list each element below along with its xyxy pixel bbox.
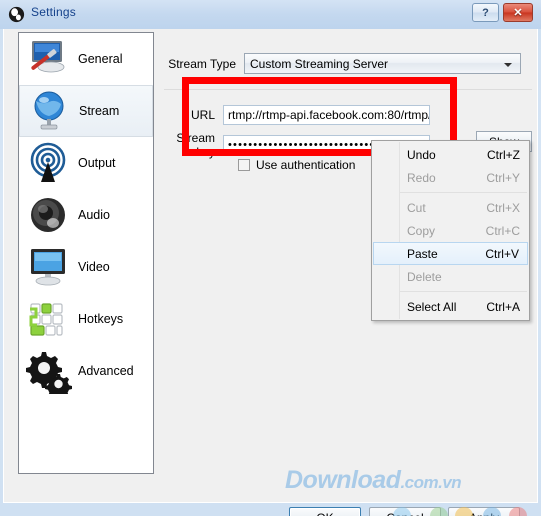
- menu-item-label: Delete: [407, 269, 442, 284]
- stream-type-value: Custom Streaming Server: [250, 56, 389, 71]
- sidebar-item-advanced[interactable]: Advanced: [19, 345, 153, 401]
- audio-icon: [24, 192, 74, 238]
- chevron-down-icon: [504, 63, 512, 67]
- menu-item-label: Cut: [407, 200, 426, 215]
- section-divider: [164, 89, 532, 90]
- menu-separator: [400, 192, 527, 193]
- sidebar-item-stream[interactable]: Stream: [19, 85, 153, 137]
- menu-item-shortcut: Ctrl+Y: [486, 170, 520, 185]
- menu-item-delete[interactable]: Delete: [373, 265, 528, 288]
- sidebar-item-label: Output: [78, 156, 116, 170]
- sidebar-item-output[interactable]: Output: [19, 137, 153, 189]
- settings-sidebar: General Stream Output Audio Video Hotkey…: [18, 32, 154, 474]
- sidebar-item-label: Video: [78, 260, 110, 274]
- settings-dialog-window: Settings ? ✕ General Stream Output Audio…: [0, 0, 541, 516]
- title-bar: Settings ? ✕: [0, 0, 541, 29]
- sidebar-item-audio[interactable]: Audio: [19, 189, 153, 241]
- menu-item-label: Select All: [407, 299, 457, 314]
- cancel-button[interactable]: Cancel: [369, 507, 441, 516]
- hotkeys-icon: [24, 296, 74, 342]
- ok-button[interactable]: OK: [289, 507, 361, 516]
- sidebar-item-label: Stream: [79, 104, 120, 118]
- sidebar-item-hotkeys[interactable]: Hotkeys: [19, 293, 153, 345]
- url-label: URL: [190, 108, 215, 122]
- menu-item-shortcut: Ctrl+A: [486, 299, 520, 314]
- menu-item-label: Copy: [407, 223, 436, 238]
- stream-key-label: Stream key: [176, 131, 215, 159]
- menu-item-redo[interactable]: Redo Ctrl+Y: [373, 166, 528, 189]
- menu-item-select-all[interactable]: Select All Ctrl+A: [373, 295, 528, 318]
- menu-item-copy[interactable]: Copy Ctrl+C: [373, 219, 528, 242]
- video-icon: [24, 244, 74, 290]
- sidebar-item-label: Advanced: [78, 364, 134, 378]
- advanced-icon: [24, 348, 74, 401]
- stream-type-row: Stream Type Custom Streaming Server: [164, 53, 521, 74]
- url-row: URL rtmp://rtmp-api.facebook.com:80/rtmp…: [164, 105, 430, 125]
- menu-item-undo[interactable]: Undo Ctrl+Z: [373, 143, 528, 166]
- menu-item-shortcut: Ctrl+X: [486, 200, 520, 215]
- general-icon: [24, 36, 74, 82]
- sidebar-item-general[interactable]: General: [19, 33, 153, 85]
- stream-icon: [25, 88, 75, 134]
- url-input[interactable]: rtmp://rtmp-api.facebook.com:80/rtmp/: [223, 105, 430, 125]
- menu-item-shortcut: Ctrl+Z: [487, 147, 520, 162]
- close-button[interactable]: ✕: [503, 3, 533, 22]
- apply-button[interactable]: Apply: [448, 507, 520, 516]
- menu-item-shortcut: Ctrl+V: [485, 246, 519, 261]
- use-authentication-row[interactable]: Use authentication: [238, 158, 355, 172]
- sidebar-item-video[interactable]: Video: [19, 241, 153, 293]
- use-authentication-label: Use authentication: [256, 158, 356, 172]
- sidebar-item-label: Hotkeys: [78, 312, 124, 326]
- menu-item-label: Redo: [407, 170, 436, 185]
- use-authentication-checkbox[interactable]: [238, 159, 250, 171]
- edit-context-menu: Undo Ctrl+Z Redo Ctrl+Y Cut Ctrl+X Copy …: [371, 140, 530, 321]
- menu-item-label: Undo: [407, 147, 436, 162]
- obs-logo-icon: [8, 6, 25, 23]
- sidebar-item-label: General: [78, 52, 123, 66]
- sidebar-item-label: Audio: [78, 208, 110, 222]
- stream-type-label: Stream Type: [168, 56, 236, 71]
- menu-item-paste[interactable]: Paste Ctrl+V: [373, 242, 528, 265]
- watermark-suffix: .com.vn: [400, 473, 462, 492]
- output-icon: [24, 140, 74, 186]
- menu-item-cut[interactable]: Cut Ctrl+X: [373, 196, 528, 219]
- menu-item-label: Paste: [407, 246, 438, 261]
- menu-separator: [400, 291, 527, 292]
- menu-item-shortcut: Ctrl+C: [485, 223, 520, 238]
- stream-type-select[interactable]: Custom Streaming Server: [244, 53, 521, 74]
- window-title: Settings: [31, 5, 76, 19]
- help-button[interactable]: ?: [472, 3, 499, 22]
